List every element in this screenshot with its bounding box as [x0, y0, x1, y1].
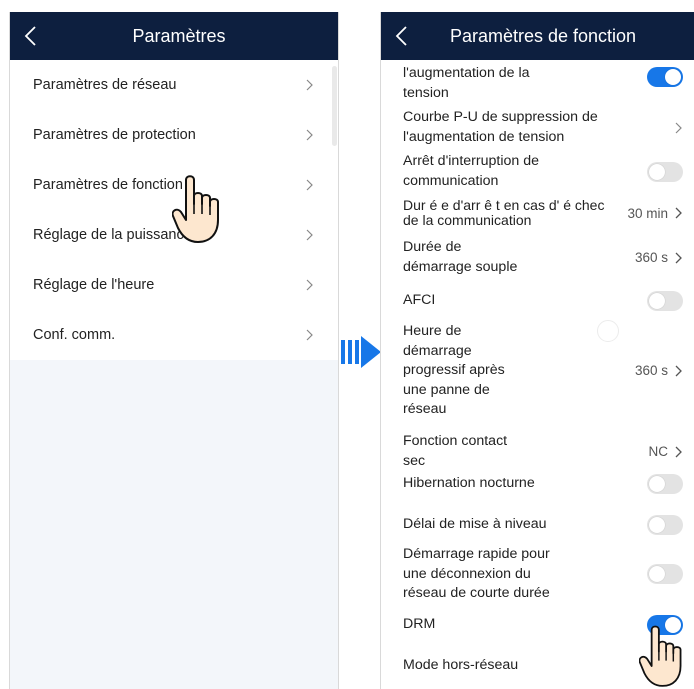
page-title: Paramètres de fonction [449, 25, 637, 46]
menu-item-label: Conf. comm. [33, 327, 116, 343]
setting-row-pu-curve[interactable]: Courbe P-U de suppression de l'augmentat… [403, 108, 683, 147]
menu-item-label: Paramètres de protection [33, 127, 196, 143]
chevron-right-icon [306, 329, 313, 341]
chevron-right-icon [675, 207, 682, 219]
setting-row-quick-start-short-outage[interactable]: Démarrage rapide pour une déconnexion du… [403, 545, 683, 604]
setting-value: 30 min [627, 205, 668, 221]
setting-label: Délai de mise à niveau [403, 516, 547, 533]
chevron-right-icon [306, 79, 313, 91]
chevron-right-icon [675, 446, 682, 457]
back-chevron-icon[interactable] [22, 25, 42, 47]
toggle-switch[interactable] [647, 66, 683, 87]
setting-row-comm-failure-duration[interactable]: Dur é e d'arr ê t en cas d' é chec de la… [403, 198, 683, 228]
pointing-hand-icon [639, 625, 682, 687]
chevron-right-icon [306, 179, 313, 191]
settings-screen: Paramètres Paramètres de réseau Paramètr… [9, 12, 339, 689]
setting-label: Courbe P-U de suppression de l'augmentat… [403, 109, 598, 145]
menu-item-label: Réglage de la puissance [33, 227, 192, 243]
back-chevron-icon[interactable] [393, 25, 413, 47]
toggle-switch[interactable] [647, 564, 683, 585]
setting-row-voltage-rise[interactable]: l'augmentation de la tension [403, 64, 683, 103]
toggle-switch[interactable] [647, 515, 683, 535]
setting-label: Démarrage rapide pour une déconnexion du… [403, 546, 550, 601]
setting-label: AFCI [403, 292, 436, 309]
menu-item-label: Réglage de l'heure [33, 277, 155, 293]
settings-header: Paramètres [10, 12, 338, 60]
menu-item-comm-config[interactable]: Conf. comm. [10, 310, 338, 360]
setting-label: Fonction contact sec [403, 433, 508, 469]
setting-label: l'augmentation de la tension [403, 65, 530, 101]
menu-item-label: Paramètres de fonction [33, 177, 183, 193]
setting-row-afci[interactable]: AFCI [403, 291, 683, 311]
setting-value: 360 s [634, 363, 668, 379]
chevron-right-icon [306, 129, 313, 141]
chevron-right-icon [306, 279, 313, 291]
toggle-switch[interactable] [647, 474, 683, 494]
toggle-switch[interactable] [647, 161, 683, 182]
setting-label: Arrêt d'interruption de communication [403, 153, 539, 189]
setting-row-night-hibernation[interactable]: Hibernation nocturne [403, 474, 683, 494]
setting-value: 360 s [634, 250, 668, 265]
setting-row-grid-failure-soft-start[interactable]: Heure de démarrage progressif après une … [403, 322, 683, 420]
setting-row-comm-interrupt-shutdown[interactable]: Arrêt d'interruption de communication [403, 152, 683, 191]
function-settings-screen: Paramètres de fonction l'augmentation de… [380, 12, 694, 689]
setting-label: Dur é e d'arr ê t en cas d' é chec de la… [403, 197, 605, 228]
menu-item-label: Paramètres de réseau [33, 77, 177, 93]
setting-row-dry-contact[interactable]: Fonction contact sec NC [403, 432, 683, 471]
chevron-right-icon [675, 122, 682, 133]
setting-row-upgrade-delay[interactable]: Délai de mise à niveau [403, 515, 683, 535]
setting-row-soft-start-duration[interactable]: Durée de démarrage souple 360 s [403, 238, 683, 277]
page-title: Paramètres [132, 25, 226, 46]
menu-item-protection-settings[interactable]: Paramètres de protection [10, 110, 338, 160]
setting-label: Durée de démarrage souple [403, 239, 518, 275]
chevron-right-icon [675, 252, 682, 263]
function-settings-header: Paramètres de fonction [381, 12, 694, 60]
pointing-hand-icon [172, 175, 219, 243]
menu-item-time-setting[interactable]: Réglage de l'heure [10, 260, 338, 310]
setting-label: DRM [403, 616, 436, 633]
double-arrow-right-icon [341, 336, 381, 368]
touch-ripple [597, 320, 619, 342]
chevron-right-icon [306, 229, 313, 241]
chevron-right-icon [675, 365, 682, 377]
menu-item-network-settings[interactable]: Paramètres de réseau [10, 60, 338, 110]
setting-label: Mode hors-réseau [403, 657, 519, 673]
toggle-switch[interactable] [647, 291, 683, 311]
empty-area [10, 360, 338, 689]
scrollbar[interactable] [332, 66, 337, 146]
setting-label: Hibernation nocturne [403, 475, 535, 492]
setting-value: NC [648, 444, 669, 459]
setting-label: Heure de démarrage progressif après une … [403, 323, 505, 417]
